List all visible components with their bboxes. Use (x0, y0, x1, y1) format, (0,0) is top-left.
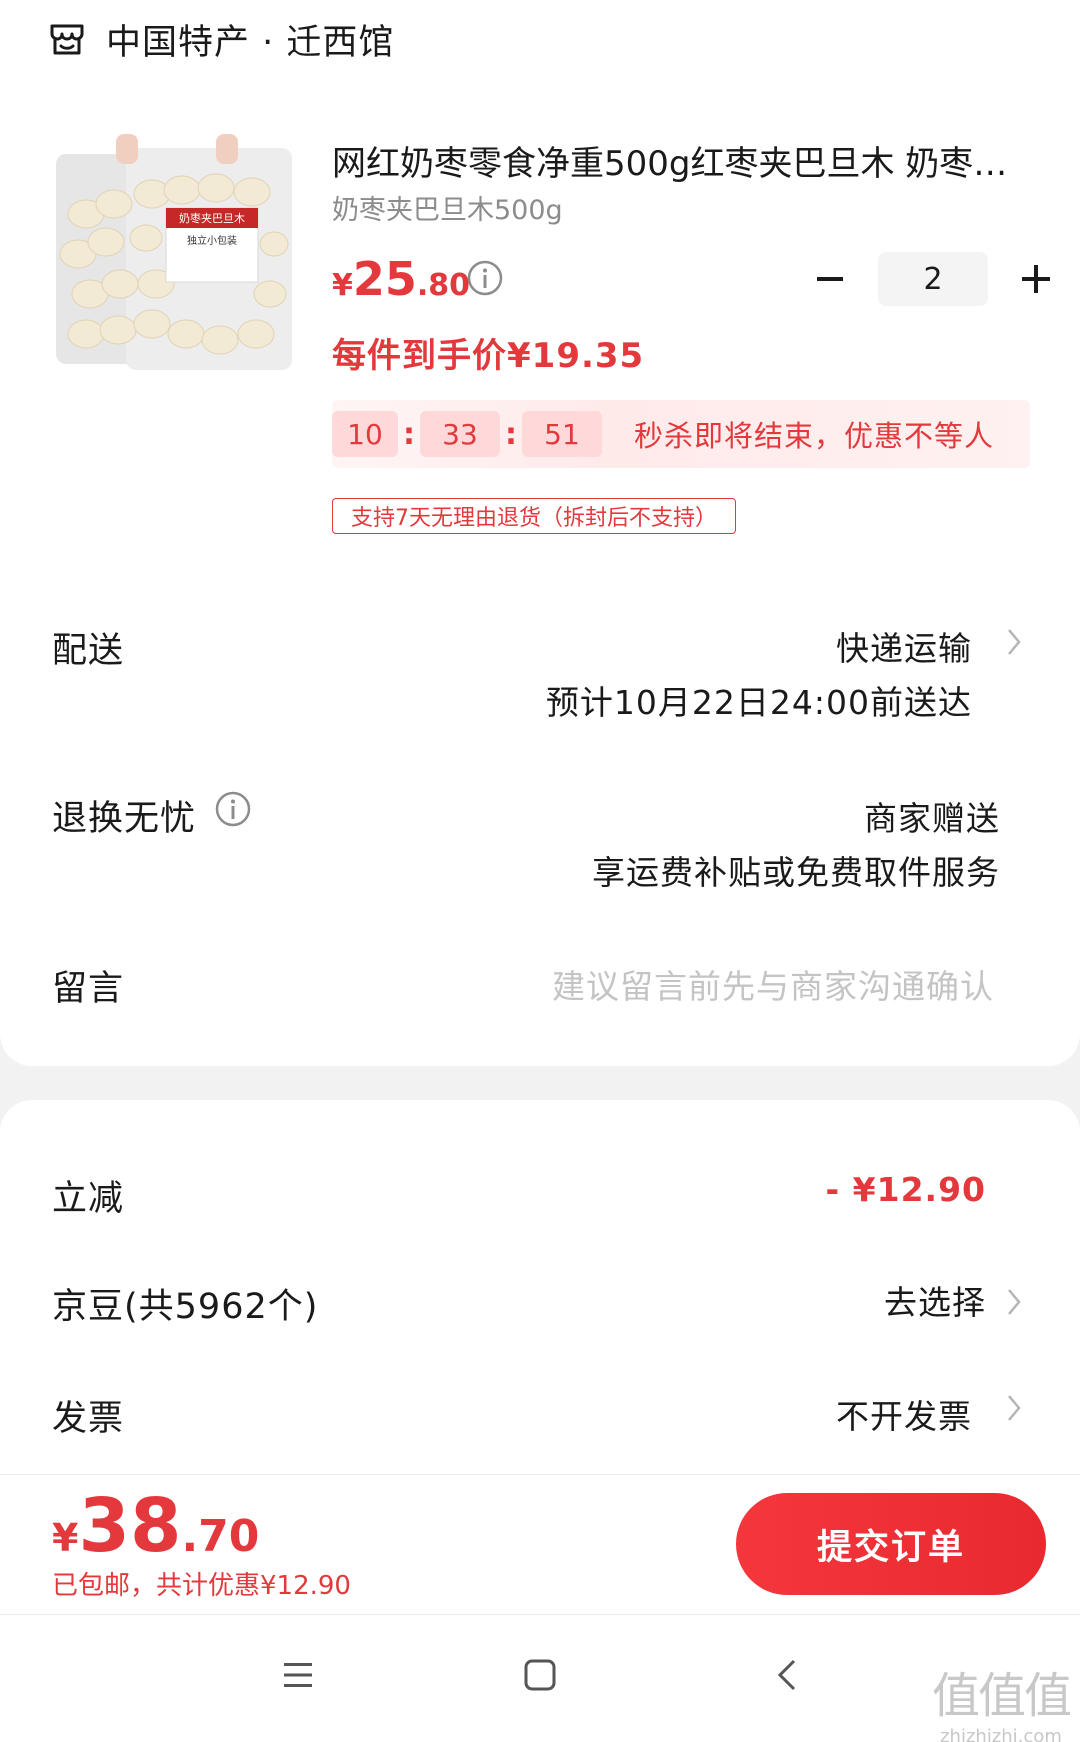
minus-icon (817, 277, 843, 281)
system-nav-bar (0, 1614, 1080, 1742)
countdown-minutes: 33 (420, 411, 500, 457)
worry-free-line2: 享运费补贴或免费取件服务 (592, 853, 1000, 892)
submit-order-button[interactable]: 提交订单 (736, 1493, 1046, 1595)
total-price: ¥ 38 .70 (52, 1483, 259, 1569)
worry-free-line1: 商家赠送 (864, 799, 1000, 838)
quantity-stepper: 2 (810, 252, 1056, 306)
total-integer: 38 (78, 1483, 182, 1569)
package-sub-label: 独立小包装 (187, 234, 237, 247)
countdown-separator: : (505, 416, 517, 452)
chevron-right-icon[interactable] (1004, 1286, 1024, 1318)
price-currency: ¥ (332, 268, 353, 303)
jingdou-select[interactable]: 去选择 (884, 1276, 986, 1324)
increase-button[interactable] (1016, 259, 1056, 299)
total-currency: ¥ (52, 1516, 79, 1560)
jingdou-label: 京豆(共5962个) (52, 1287, 319, 1327)
store-icon (50, 24, 84, 55)
countdown-hours: 10 (332, 411, 398, 457)
home-icon[interactable] (520, 1655, 560, 1695)
chevron-right-icon[interactable] (1004, 1392, 1024, 1424)
total-decimal: .70 (181, 1511, 260, 1562)
quantity-input[interactable]: 2 (878, 252, 988, 306)
plus-icon (1022, 265, 1050, 293)
flash-sale-text: 秒杀即将结束，优惠不等人 (634, 419, 995, 453)
unit-price: ¥ 25 .80 (332, 252, 470, 306)
watermark-url: zhizhizhi.com (940, 1726, 1062, 1742)
watermark: 值值值 zhizhizhi.com (931, 1656, 1072, 1742)
order-items-card: 中国特产 · 迁西馆 奶枣夹巴旦木 独立小包装 网红奶枣零食净重500g红枣夹巴… (0, 0, 1080, 1066)
delivery-method[interactable]: 快递运输 (836, 622, 972, 670)
product-title[interactable]: 网红奶枣零食净重500g红枣夹巴旦木 奶枣牛奶枣 (332, 136, 1012, 185)
watermark-logo: 值值值 (931, 1668, 1072, 1724)
worry-free-label: 退换无忧 (52, 799, 197, 839)
message-label: 留言 (52, 969, 125, 1009)
invoice-value[interactable]: 不开发票 (836, 1390, 972, 1438)
menu-icon[interactable] (278, 1655, 318, 1695)
shop-name[interactable]: 中国特产 · 迁西馆 (106, 14, 394, 65)
decrease-button[interactable] (810, 259, 850, 299)
flash-sale-banner: 10 : 33 : 51 秒杀即将结束，优惠不等人 (332, 400, 1030, 468)
price-integer: 25 (352, 252, 417, 306)
package-label: 奶枣夹巴旦木 (179, 211, 245, 225)
shop-header[interactable]: 中国特产 · 迁西馆 (48, 14, 394, 64)
info-icon[interactable] (214, 790, 252, 828)
price-decimal: .80 (416, 268, 471, 303)
back-icon[interactable] (768, 1655, 808, 1695)
discount-value: - ¥12.90 (825, 1170, 986, 1209)
countdown-separator: : (403, 416, 415, 452)
delivery-label: 配送 (52, 631, 125, 671)
discount-label: 立减 (52, 1179, 125, 1219)
invoice-label: 发票 (52, 1399, 125, 1439)
chevron-right-icon[interactable] (1004, 626, 1024, 658)
product-spec[interactable]: 奶枣夹巴旦木500g (332, 188, 563, 227)
countdown-seconds: 51 (522, 411, 602, 457)
delivery-eta: 预计10月22日24:00前送达 (545, 683, 972, 722)
return-policy-tag: 支持7天无理由退货（拆封后不支持） (332, 498, 736, 534)
checkout-bar: ¥ 38 .70 已包邮，共计优惠¥12.90 提交订单 (0, 1474, 1080, 1614)
info-icon[interactable] (466, 259, 504, 297)
final-unit-price: 每件到手价¥19.35 (332, 336, 645, 376)
message-input[interactable]: 建议留言前先与商家沟通确认 (552, 960, 994, 1008)
product-image[interactable]: 奶枣夹巴旦木 独立小包装 (56, 134, 296, 378)
total-note: 已包邮，共计优惠¥12.90 (52, 1571, 351, 1601)
